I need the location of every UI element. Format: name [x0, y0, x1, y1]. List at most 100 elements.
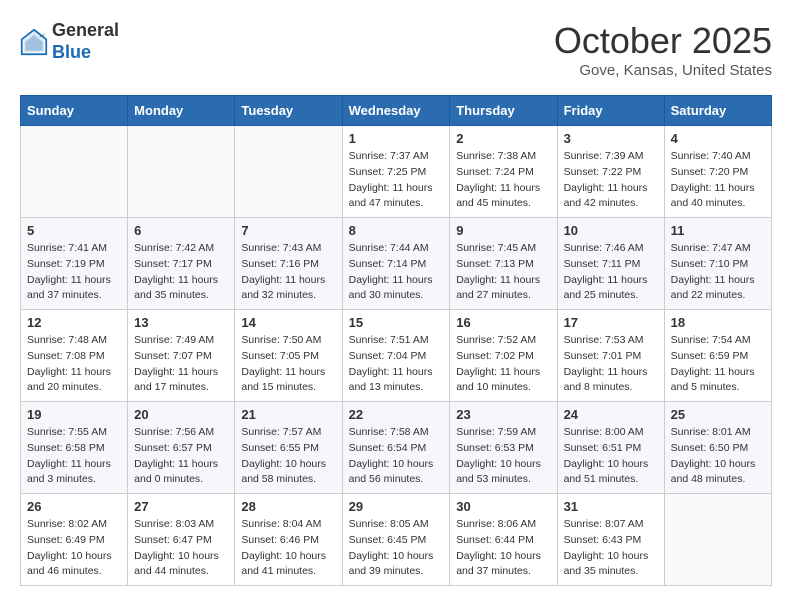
day-info: Sunrise: 7:44 AM Sunset: 7:14 PM Dayligh…	[349, 241, 444, 304]
day-info: Sunrise: 8:06 AM Sunset: 6:44 PM Dayligh…	[456, 517, 550, 580]
calendar-cell: 22 Sunrise: 7:58 AM Sunset: 6:54 PM Dayli…	[342, 402, 450, 494]
calendar-cell: 26Sunrise: 8:02 AM Sunset: 6:49 PM Dayli…	[21, 494, 128, 586]
calendar-cell: 2 Sunrise: 7:38 AM Sunset: 7:24 PM Daylig…	[450, 126, 557, 218]
day-number: 6	[134, 223, 228, 238]
day-info: Sunrise: 7:51 AM Sunset: 7:04 PM Dayligh…	[349, 333, 444, 396]
day-number: 5	[27, 223, 121, 238]
calendar-cell: 4 Sunrise: 7:40 AM Sunset: 7:20 PM Daylig…	[664, 126, 771, 218]
day-number: 4	[671, 131, 765, 146]
day-info: Sunrise: 8:04 AM Sunset: 6:46 PM Dayligh…	[241, 517, 335, 580]
calendar-cell: 27 Sunrise: 8:03 AM Sunset: 6:47 PM Dayli…	[128, 494, 235, 586]
calendar-cell: 15 Sunrise: 7:51 AM Sunset: 7:04 PM Dayli…	[342, 310, 450, 402]
weekday-header-sunday: Sunday	[21, 96, 128, 126]
calendar-cell: 12 Sunrise: 7:48 AM Sunset: 7:08 PM Dayli…	[21, 310, 128, 402]
day-info: Sunrise: 7:49 AM Sunset: 7:07 PM Dayligh…	[134, 333, 228, 396]
day-number: 22	[349, 407, 444, 422]
day-info: Sunrise: 7:43 AM Sunset: 7:16 PM Dayligh…	[241, 241, 335, 304]
day-number: 3	[564, 131, 658, 146]
day-number: 16	[456, 315, 550, 330]
weekday-header-tuesday: Tuesday	[235, 96, 342, 126]
day-info: Sunrise: 8:02 AM Sunset: 6:49 PM Dayligh…	[27, 517, 121, 580]
day-info: Sunrise: 7:39 AM Sunset: 7:22 PM Dayligh…	[564, 149, 658, 212]
day-number: 14	[241, 315, 335, 330]
calendar-header-row: SundayMondayTuesdayWednesdayThursdayFrid…	[21, 96, 772, 126]
day-info: Sunrise: 7:38 AM Sunset: 7:24 PM Dayligh…	[456, 149, 550, 212]
weekday-header-monday: Monday	[128, 96, 235, 126]
calendar-cell	[235, 126, 342, 218]
day-info: Sunrise: 7:46 AM Sunset: 7:11 PM Dayligh…	[564, 241, 658, 304]
calendar-cell: 10 Sunrise: 7:46 AM Sunset: 7:11 PM Dayli…	[557, 218, 664, 310]
day-info: Sunrise: 7:50 AM Sunset: 7:05 PM Dayligh…	[241, 333, 335, 396]
calendar-cell	[664, 494, 771, 586]
calendar-cell: 17 Sunrise: 7:53 AM Sunset: 7:01 PM Dayli…	[557, 310, 664, 402]
month-title: October 2025	[554, 20, 772, 62]
day-number: 31	[564, 499, 658, 514]
calendar-cell	[128, 126, 235, 218]
day-info: Sunrise: 7:57 AM Sunset: 6:55 PM Dayligh…	[241, 425, 335, 488]
day-number: 21	[241, 407, 335, 422]
calendar-cell: 6 Sunrise: 7:42 AM Sunset: 7:17 PM Daylig…	[128, 218, 235, 310]
calendar-cell	[21, 126, 128, 218]
day-info: Sunrise: 8:01 AM Sunset: 6:50 PM Dayligh…	[671, 425, 765, 488]
day-number: 30	[456, 499, 550, 514]
day-info: Sunrise: 7:53 AM Sunset: 7:01 PM Dayligh…	[564, 333, 658, 396]
day-number: 2	[456, 131, 550, 146]
logo: General Blue	[20, 20, 119, 63]
day-info: Sunrise: 7:58 AM Sunset: 6:54 PM Dayligh…	[349, 425, 444, 488]
day-number: 12	[27, 315, 121, 330]
calendar-cell: 25 Sunrise: 8:01 AM Sunset: 6:50 PM Dayli…	[664, 402, 771, 494]
day-info: Sunrise: 8:07 AM Sunset: 6:43 PM Dayligh…	[564, 517, 658, 580]
calendar-cell: 31 Sunrise: 8:07 AM Sunset: 6:43 PM Dayli…	[557, 494, 664, 586]
day-number: 28	[241, 499, 335, 514]
weekday-header-saturday: Saturday	[664, 96, 771, 126]
calendar-cell: 19Sunrise: 7:55 AM Sunset: 6:58 PM Dayli…	[21, 402, 128, 494]
day-number: 13	[134, 315, 228, 330]
day-number: 9	[456, 223, 550, 238]
calendar-cell: 14 Sunrise: 7:50 AM Sunset: 7:05 PM Dayli…	[235, 310, 342, 402]
calendar-week-row: 12 Sunrise: 7:48 AM Sunset: 7:08 PM Dayli…	[21, 310, 772, 402]
calendar-week-row: 5 Sunrise: 7:41 AM Sunset: 7:19 PM Daylig…	[21, 218, 772, 310]
day-number: 18	[671, 315, 765, 330]
day-info: Sunrise: 7:41 AM Sunset: 7:19 PM Dayligh…	[27, 241, 121, 304]
day-number: 23	[456, 407, 550, 422]
day-number: 25	[671, 407, 765, 422]
day-info: Sunrise: 7:56 AM Sunset: 6:57 PM Dayligh…	[134, 425, 228, 488]
calendar-cell: 29Sunrise: 8:05 AM Sunset: 6:45 PM Dayli…	[342, 494, 450, 586]
calendar-cell: 1 Sunrise: 7:37 AM Sunset: 7:25 PM Daylig…	[342, 126, 450, 218]
calendar-cell: 11 Sunrise: 7:47 AM Sunset: 7:10 PM Dayli…	[664, 218, 771, 310]
day-info: Sunrise: 8:05 AM Sunset: 6:45 PM Dayligh…	[349, 517, 444, 580]
calendar-cell: 18 Sunrise: 7:54 AM Sunset: 6:59 PM Dayli…	[664, 310, 771, 402]
calendar-week-row: 19Sunrise: 7:55 AM Sunset: 6:58 PM Dayli…	[21, 402, 772, 494]
logo-text: General Blue	[52, 20, 119, 63]
day-number: 27	[134, 499, 228, 514]
day-info: Sunrise: 7:40 AM Sunset: 7:20 PM Dayligh…	[671, 149, 765, 212]
day-number: 1	[349, 131, 444, 146]
day-info: Sunrise: 8:00 AM Sunset: 6:51 PM Dayligh…	[564, 425, 658, 488]
day-info: Sunrise: 7:54 AM Sunset: 6:59 PM Dayligh…	[671, 333, 765, 396]
calendar-cell: 16Sunrise: 7:52 AM Sunset: 7:02 PM Dayli…	[450, 310, 557, 402]
calendar-cell: 9Sunrise: 7:45 AM Sunset: 7:13 PM Daylig…	[450, 218, 557, 310]
day-number: 17	[564, 315, 658, 330]
day-info: Sunrise: 8:03 AM Sunset: 6:47 PM Dayligh…	[134, 517, 228, 580]
calendar-cell: 23 Sunrise: 7:59 AM Sunset: 6:53 PM Dayli…	[450, 402, 557, 494]
weekday-header-friday: Friday	[557, 96, 664, 126]
day-info: Sunrise: 7:47 AM Sunset: 7:10 PM Dayligh…	[671, 241, 765, 304]
day-number: 7	[241, 223, 335, 238]
calendar-cell: 13 Sunrise: 7:49 AM Sunset: 7:07 PM Dayli…	[128, 310, 235, 402]
calendar-cell: 7 Sunrise: 7:43 AM Sunset: 7:16 PM Daylig…	[235, 218, 342, 310]
calendar-cell: 30 Sunrise: 8:06 AM Sunset: 6:44 PM Dayli…	[450, 494, 557, 586]
day-number: 10	[564, 223, 658, 238]
calendar-cell: 20Sunrise: 7:56 AM Sunset: 6:57 PM Dayli…	[128, 402, 235, 494]
day-number: 8	[349, 223, 444, 238]
day-info: Sunrise: 7:59 AM Sunset: 6:53 PM Dayligh…	[456, 425, 550, 488]
day-number: 15	[349, 315, 444, 330]
weekday-header-wednesday: Wednesday	[342, 96, 450, 126]
day-info: Sunrise: 7:42 AM Sunset: 7:17 PM Dayligh…	[134, 241, 228, 304]
day-number: 24	[564, 407, 658, 422]
calendar-week-row: 26Sunrise: 8:02 AM Sunset: 6:49 PM Dayli…	[21, 494, 772, 586]
day-info: Sunrise: 7:48 AM Sunset: 7:08 PM Dayligh…	[27, 333, 121, 396]
day-info: Sunrise: 7:37 AM Sunset: 7:25 PM Dayligh…	[349, 149, 444, 212]
calendar-table: SundayMondayTuesdayWednesdayThursdayFrid…	[20, 95, 772, 586]
day-number: 11	[671, 223, 765, 238]
calendar-cell: 28 Sunrise: 8:04 AM Sunset: 6:46 PM Dayli…	[235, 494, 342, 586]
